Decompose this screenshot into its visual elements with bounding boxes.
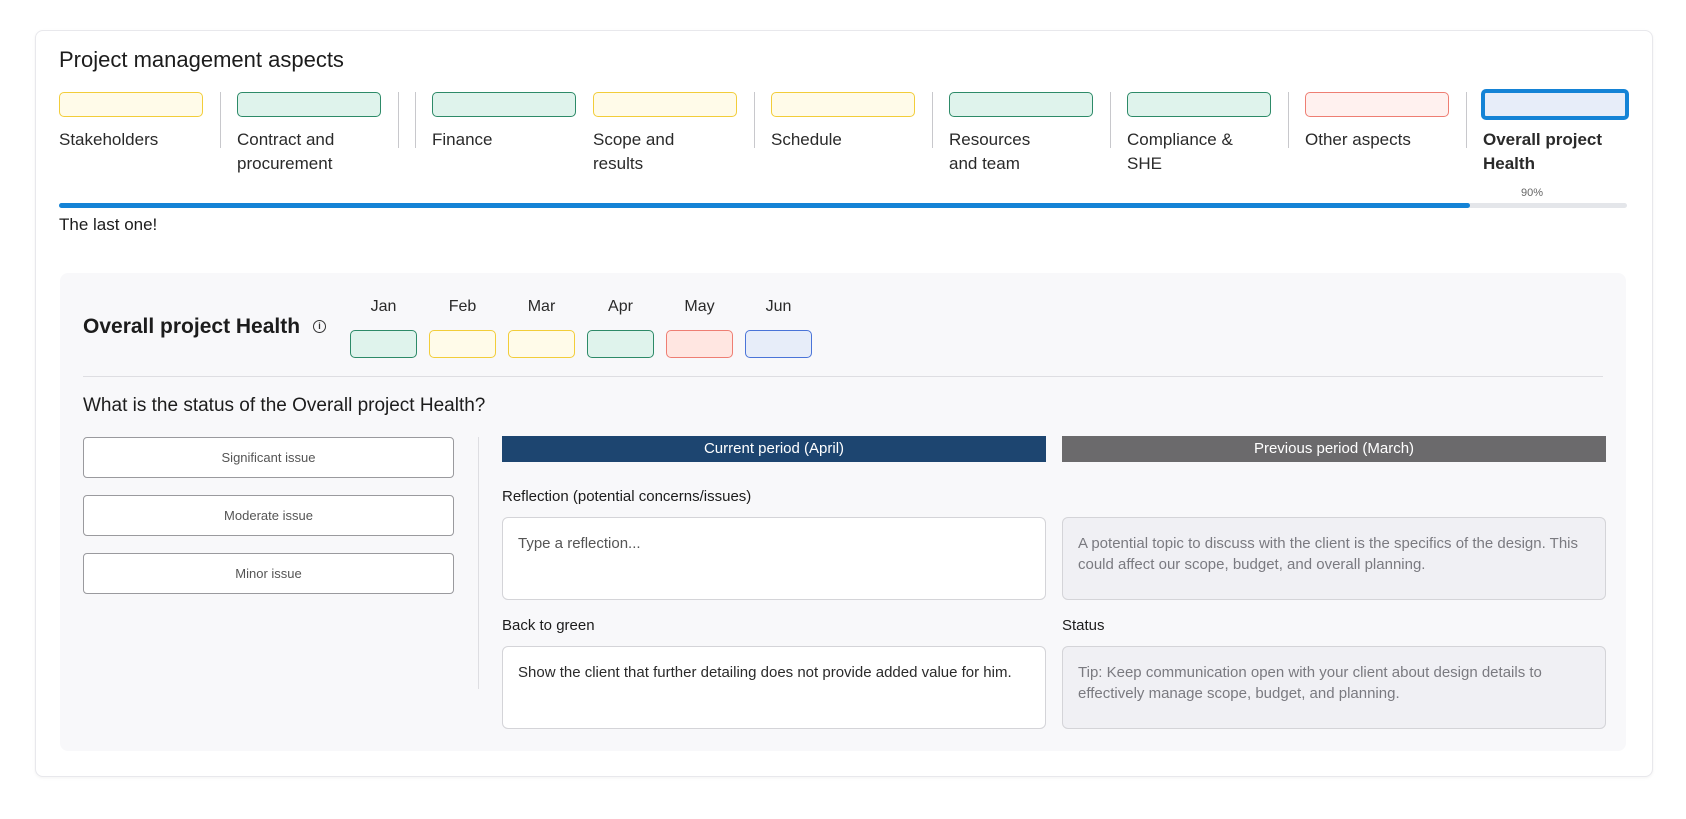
- option-minor-issue[interactable]: Minor issue: [83, 553, 454, 594]
- aspect-separator: [932, 92, 933, 148]
- aspect-status-swatch: [432, 92, 576, 117]
- aspect-separator: [1288, 92, 1289, 148]
- month-status-swatch: [508, 330, 575, 358]
- aspect-separator: [415, 92, 416, 148]
- aspect-status-swatch: [1481, 89, 1629, 120]
- aspect-label: Contract and procurement: [237, 130, 335, 173]
- current-period-header: Current period (April): [502, 436, 1046, 462]
- month-apr[interactable]: Apr: [587, 298, 654, 358]
- aspect-label: Scope and results: [593, 130, 675, 173]
- aspect-compliance-she[interactable]: Compliance & SHE: [1127, 92, 1273, 176]
- aspect-label: Overall project Health: [1483, 130, 1603, 173]
- panel-title: Overall project Health: [83, 315, 301, 338]
- month-status-swatch: [745, 330, 812, 358]
- previous-period-header: Previous period (March): [1062, 436, 1606, 462]
- aspect-label: Compliance & SHE: [1127, 130, 1233, 173]
- info-icon[interactable]: i: [313, 320, 326, 333]
- month-label: Apr: [608, 298, 633, 315]
- aspect-status-swatch: [949, 92, 1093, 117]
- month-status-swatch: [666, 330, 733, 358]
- aspect-contract-procurement[interactable]: Contract and procurement: [237, 92, 383, 176]
- month-label: Mar: [527, 298, 556, 315]
- aspect-label: Finance: [432, 130, 493, 149]
- aspect-status-swatch: [771, 92, 915, 117]
- month-jan[interactable]: Jan: [350, 298, 417, 358]
- back-to-green-input[interactable]: Show the client that further detailing d…: [502, 646, 1046, 729]
- aspect-finance[interactable]: Finance: [432, 92, 578, 152]
- progress-bar: [59, 203, 1627, 208]
- option-significant-issue[interactable]: Significant issue: [83, 437, 454, 478]
- aspect-separator: [220, 92, 221, 148]
- aspect-other-aspects[interactable]: Other aspects: [1305, 92, 1451, 152]
- aspect-status-swatch: [1305, 92, 1449, 117]
- status-label: Status: [1062, 617, 1105, 634]
- progress-bar-fill: [59, 203, 1471, 208]
- column-divider: [478, 437, 479, 689]
- aspect-label: Other aspects: [1305, 130, 1411, 149]
- status-tip: Tip: Keep communication open with your c…: [1062, 646, 1606, 729]
- aspect-separator: [398, 92, 399, 148]
- reflection-label: Reflection (potential concerns/issues): [502, 488, 752, 505]
- aspect-status-swatch: [237, 92, 381, 117]
- month-may[interactable]: May: [666, 298, 733, 358]
- month-label: May: [684, 298, 715, 315]
- panel-divider: [83, 376, 1603, 377]
- month-status-swatch: [350, 330, 417, 358]
- month-label: Feb: [448, 298, 477, 315]
- back-to-green-label: Back to green: [502, 617, 595, 634]
- aspect-separator: [1110, 92, 1111, 148]
- aspect-scope-results[interactable]: Scope and results: [593, 92, 739, 176]
- reflection-input[interactable]: Type a reflection...: [502, 517, 1046, 600]
- month-label: Jan: [370, 298, 397, 315]
- aspect-label: Stakeholders: [59, 130, 159, 149]
- month-mar[interactable]: Mar: [508, 298, 575, 358]
- progress-percent: 90%: [1521, 187, 1544, 199]
- aspect-status-swatch: [1127, 92, 1271, 117]
- aspect-resources-team[interactable]: Resources and team: [949, 92, 1095, 176]
- aspect-overall-health[interactable]: Overall project Health: [1481, 89, 1629, 176]
- aspect-status-swatch: [593, 92, 737, 117]
- status-question: What is the status of the Overall projec…: [83, 395, 486, 416]
- aspect-stakeholders[interactable]: Stakeholders: [59, 92, 205, 152]
- aspect-label: Schedule: [771, 130, 842, 149]
- previous-reflection: A potential topic to discuss with the cl…: [1062, 517, 1606, 600]
- aspect-status-swatch: [59, 92, 203, 117]
- month-status-swatch: [587, 330, 654, 358]
- option-moderate-issue[interactable]: Moderate issue: [83, 495, 454, 536]
- aspect-separator: [754, 92, 755, 148]
- progress-message: The last one!: [59, 215, 158, 234]
- month-jun[interactable]: Jun: [745, 298, 812, 358]
- card-title: Project management aspects: [59, 47, 344, 72]
- aspect-separator: [1466, 92, 1467, 148]
- aspect-schedule[interactable]: Schedule: [771, 92, 917, 152]
- month-feb[interactable]: Feb: [429, 298, 496, 358]
- month-status-swatch: [429, 330, 496, 358]
- month-label: Jun: [765, 298, 792, 315]
- aspect-label: Resources and team: [949, 130, 1031, 173]
